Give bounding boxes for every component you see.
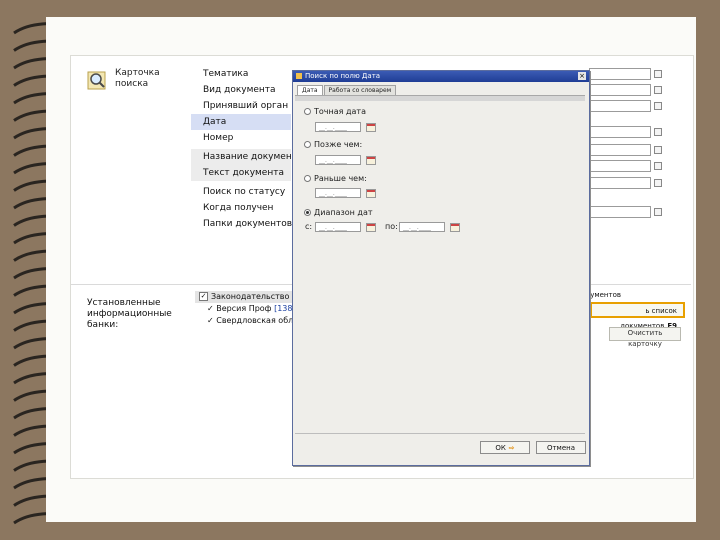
- folders-dictionary-icon[interactable]: [654, 208, 662, 216]
- field-tematika[interactable]: Тематика: [191, 66, 291, 82]
- build-document-list-button[interactable]: ь список документов F9: [590, 302, 685, 330]
- range-from-input[interactable]: __.__.____: [315, 222, 361, 232]
- banks-title-line2: информационные: [87, 309, 172, 319]
- option-exact-date[interactable]: Точная дата: [304, 107, 366, 116]
- doc-type-input[interactable]: [589, 84, 651, 96]
- installed-banks-title: Установленные информационные банки:: [87, 298, 172, 331]
- range-to-calendar-icon[interactable]: [450, 223, 460, 232]
- folders-input[interactable]: [589, 206, 651, 218]
- status-input[interactable]: [589, 177, 651, 189]
- tematika-input[interactable]: [589, 68, 651, 80]
- field-number[interactable]: Номер: [191, 130, 291, 146]
- dialog-app-icon: [296, 73, 302, 79]
- banks-title-line3: банки:: [87, 320, 119, 330]
- bank-legislation-checkbox[interactable]: ✓: [199, 292, 208, 301]
- number-input[interactable]: [589, 126, 651, 138]
- field-doc-type[interactable]: Вид документа: [191, 82, 291, 98]
- date-range-label: Диапазон дат: [314, 208, 373, 217]
- field-received[interactable]: Когда получен: [191, 200, 291, 216]
- exact-date-radio[interactable]: [304, 108, 311, 115]
- later-than-radio[interactable]: [304, 141, 311, 148]
- close-icon[interactable]: ×: [578, 72, 586, 80]
- bank-sverdlovsk-label: Свердловская облас: [216, 316, 303, 325]
- range-to-input[interactable]: __.__.____: [399, 222, 445, 232]
- doc-text-dictionary-icon[interactable]: [654, 162, 662, 170]
- date-range-radio[interactable]: [304, 209, 311, 216]
- cancel-button[interactable]: Отмена: [536, 441, 586, 454]
- dialog-title: Поиск по полю Дата: [305, 72, 381, 80]
- banks-title-line1: Установленные: [87, 298, 161, 308]
- tab-strip-underline: [295, 95, 585, 101]
- field-issuing-body[interactable]: Принявший орган: [191, 98, 291, 114]
- range-to-label: по:: [385, 222, 398, 231]
- field-doc-folders[interactable]: Папки документов: [191, 216, 292, 232]
- exact-date-input[interactable]: __.__.____: [315, 122, 361, 132]
- issuing-body-dictionary-icon[interactable]: [654, 102, 662, 110]
- earlier-than-calendar-icon[interactable]: [366, 189, 376, 198]
- search-field-list: Тематика Вид документа Принявший орган Д…: [191, 66, 302, 232]
- doc-type-dictionary-icon[interactable]: [654, 86, 662, 94]
- doc-name-input[interactable]: [589, 144, 651, 156]
- bank-version-prof-label: Версия Проф: [216, 304, 272, 313]
- issuing-body-input[interactable]: [589, 100, 651, 112]
- bank-sverdlovsk-check[interactable]: ✓: [207, 316, 214, 325]
- number-dictionary-icon[interactable]: [654, 128, 662, 136]
- ok-button-label: ОК: [495, 444, 506, 452]
- ok-button[interactable]: ОК ⇨: [480, 441, 530, 454]
- arrow-right-icon: ⇨: [508, 444, 515, 452]
- magnifier-card-icon: [87, 71, 106, 90]
- earlier-than-input[interactable]: __.__.____: [315, 188, 361, 198]
- option-date-range[interactable]: Диапазон дат: [304, 208, 373, 217]
- doc-text-input[interactable]: [589, 160, 651, 172]
- later-than-calendar-icon[interactable]: [366, 156, 376, 165]
- bank-legislation-label: Законодательство: [211, 292, 290, 301]
- card-title: Карточка поиска: [115, 68, 160, 90]
- later-than-label: Позже чем:: [314, 140, 363, 149]
- field-status-search[interactable]: Поиск по статусу: [191, 184, 291, 200]
- date-search-dialog: Поиск по полю Дата × Дата Работа со слов…: [292, 70, 590, 466]
- earlier-than-label: Раньше чем:: [314, 174, 367, 183]
- banks-list: ✓ Законодательство ✓ Версия Проф [13841 ✓…: [195, 291, 303, 327]
- range-from-calendar-icon[interactable]: [366, 223, 376, 232]
- earlier-than-radio[interactable]: [304, 175, 311, 182]
- dialog-titlebar[interactable]: Поиск по полю Дата ×: [293, 71, 589, 82]
- range-from-label: с:: [305, 222, 313, 231]
- field-date[interactable]: Дата: [191, 114, 291, 130]
- tematika-dictionary-icon[interactable]: [654, 70, 662, 78]
- card-title-line2: поиска: [115, 79, 149, 89]
- bank-version-prof[interactable]: ✓ Версия Проф [13841: [195, 303, 303, 315]
- field-doc-name[interactable]: Название документа: [191, 149, 302, 165]
- later-than-input[interactable]: __.__.____: [315, 155, 361, 165]
- card-title-line1: Карточка: [115, 68, 160, 78]
- tab-dictionary[interactable]: Работа со словарем: [323, 85, 397, 95]
- clear-card-button[interactable]: Очистить карточку: [609, 327, 681, 348]
- doc-name-dictionary-icon[interactable]: [654, 146, 662, 154]
- bank-sverdlovsk[interactable]: ✓ Свердловская облас: [195, 315, 303, 327]
- option-later-than[interactable]: Позже чем:: [304, 140, 362, 149]
- exact-date-label: Точная дата: [314, 107, 366, 116]
- dialog-button-separator: [295, 433, 585, 434]
- bank-legislation[interactable]: ✓ Законодательство: [195, 291, 295, 303]
- option-earlier-than[interactable]: Раньше чем:: [304, 174, 367, 183]
- field-doc-text[interactable]: Текст документа: [191, 165, 291, 181]
- dialog-tabs: Дата Работа со словарем: [297, 85, 397, 96]
- exact-date-calendar-icon[interactable]: [366, 123, 376, 132]
- status-dictionary-icon[interactable]: [654, 179, 662, 187]
- bank-version-prof-check[interactable]: ✓: [207, 304, 214, 313]
